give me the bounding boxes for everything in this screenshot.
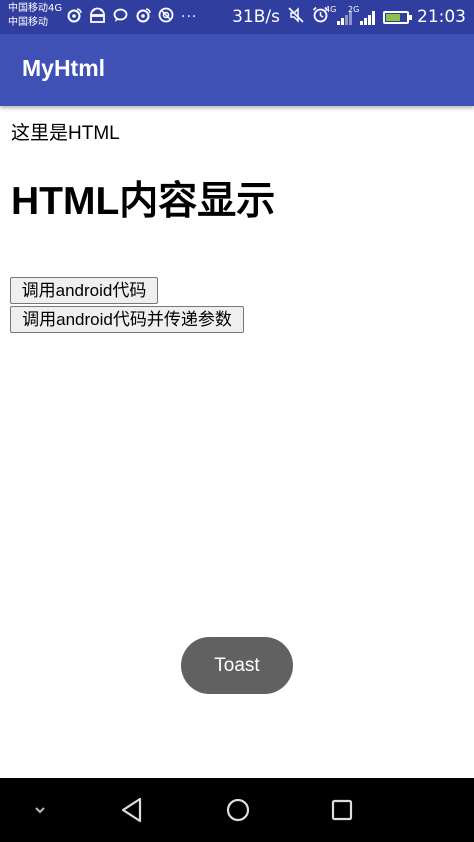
intro-text: 这里是HTML: [11, 123, 120, 144]
toast: Toast: [181, 637, 293, 694]
back-icon[interactable]: [112, 778, 152, 842]
app-title: MyHtml: [22, 55, 106, 81]
battery-level: [386, 13, 400, 21]
carrier-2: 中国移动: [8, 17, 48, 28]
chevron-down-icon[interactable]: [20, 778, 60, 842]
android-debug-icon: [89, 7, 106, 27]
navigation-bar: [0, 778, 474, 842]
toast-text: Toast: [214, 654, 260, 676]
weibo-icon: [135, 7, 151, 27]
call-android-with-params-button[interactable]: 调用android代码并传递参数: [10, 306, 244, 333]
carrier-1: 中国移动4G: [8, 3, 63, 14]
signal-icon: 2G: [348, 5, 375, 25]
more-notifications-icon: ···: [181, 9, 198, 25]
net-speed: 31B/s: [232, 7, 280, 27]
page-heading: HTML内容显示: [11, 180, 276, 223]
clock: 21:03: [417, 7, 466, 27]
home-icon[interactable]: [218, 778, 258, 842]
signal-1-tag: 4G: [325, 5, 337, 14]
privacy-icon: [158, 7, 174, 27]
system-status: 31B/s 4G 2G 21:03: [232, 5, 466, 29]
carrier-info: 中国移动4G 中国移动: [8, 2, 62, 30]
weibo-icon: [66, 7, 82, 27]
battery-charging-icon: [383, 10, 412, 24]
status-bar: 中国移动4G 中国移动 ··· 31B/s 4G 2G 21:03: [0, 0, 474, 34]
call-android-button[interactable]: 调用android代码: [10, 277, 158, 304]
message-icon: [113, 8, 128, 27]
mute-icon: [288, 6, 304, 28]
app-bar: MyHtml: [0, 34, 474, 106]
signal-2-tag: 2G: [348, 5, 360, 14]
recents-icon[interactable]: [322, 778, 362, 842]
notification-icons: ···: [66, 7, 197, 27]
